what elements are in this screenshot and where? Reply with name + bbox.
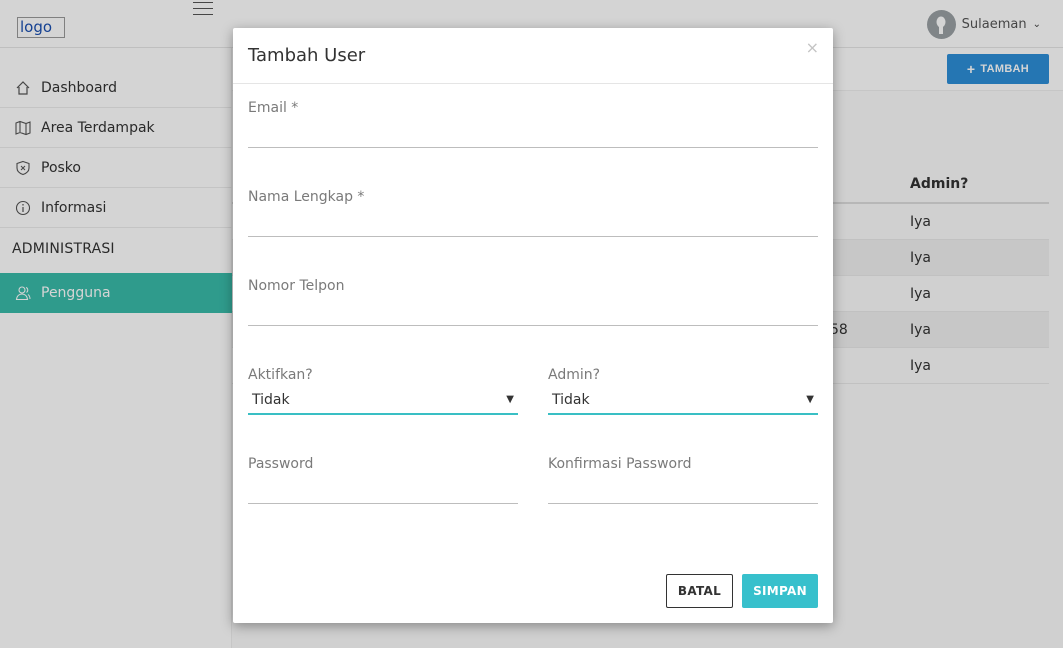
save-button[interactable]: SIMPAN — [742, 574, 818, 608]
dropdown-arrow-icon: ▼ — [806, 394, 814, 405]
admin-field-group: Admin? Tidak ▼ — [548, 367, 818, 415]
konfirmasi-password-label: Konfirmasi Password — [548, 456, 692, 472]
nama-lengkap-label: Nama Lengkap * — [248, 189, 365, 205]
password-field-group: Password — [248, 456, 518, 504]
nomor-telpon-field[interactable] — [248, 302, 818, 326]
email-label: Email * — [248, 100, 299, 116]
password-label: Password — [248, 456, 314, 472]
nomor-telpon-field-group: Nomor Telpon — [248, 278, 818, 326]
nama-lengkap-field[interactable] — [248, 213, 818, 237]
admin-select[interactable]: Tidak ▼ — [548, 389, 818, 415]
nama-lengkap-field-group: Nama Lengkap * — [248, 189, 818, 237]
email-field-group: Email * — [248, 100, 818, 148]
aktifkan-selected-value: Tidak — [252, 392, 290, 408]
modal-title: Tambah User — [248, 45, 366, 66]
dropdown-arrow-icon: ▼ — [506, 394, 514, 405]
admin-label: Admin? — [548, 367, 601, 383]
aktifkan-label: Aktifkan? — [248, 367, 313, 383]
cancel-button[interactable]: BATAL — [666, 574, 733, 608]
close-icon[interactable]: × — [806, 38, 819, 57]
aktifkan-select[interactable]: Tidak ▼ — [248, 389, 518, 415]
email-field[interactable] — [248, 124, 818, 148]
password-field[interactable] — [248, 480, 518, 504]
modal-header: Tambah User × — [233, 28, 833, 84]
aktifkan-field-group: Aktifkan? Tidak ▼ — [248, 367, 518, 415]
konfirmasi-password-field[interactable] — [548, 480, 818, 504]
nomor-telpon-label: Nomor Telpon — [248, 278, 345, 294]
add-user-modal: Tambah User × Email * Nama Lengkap * Nom… — [233, 28, 833, 623]
admin-selected-value: Tidak — [552, 392, 590, 408]
konfirmasi-password-field-group: Konfirmasi Password — [548, 456, 818, 504]
